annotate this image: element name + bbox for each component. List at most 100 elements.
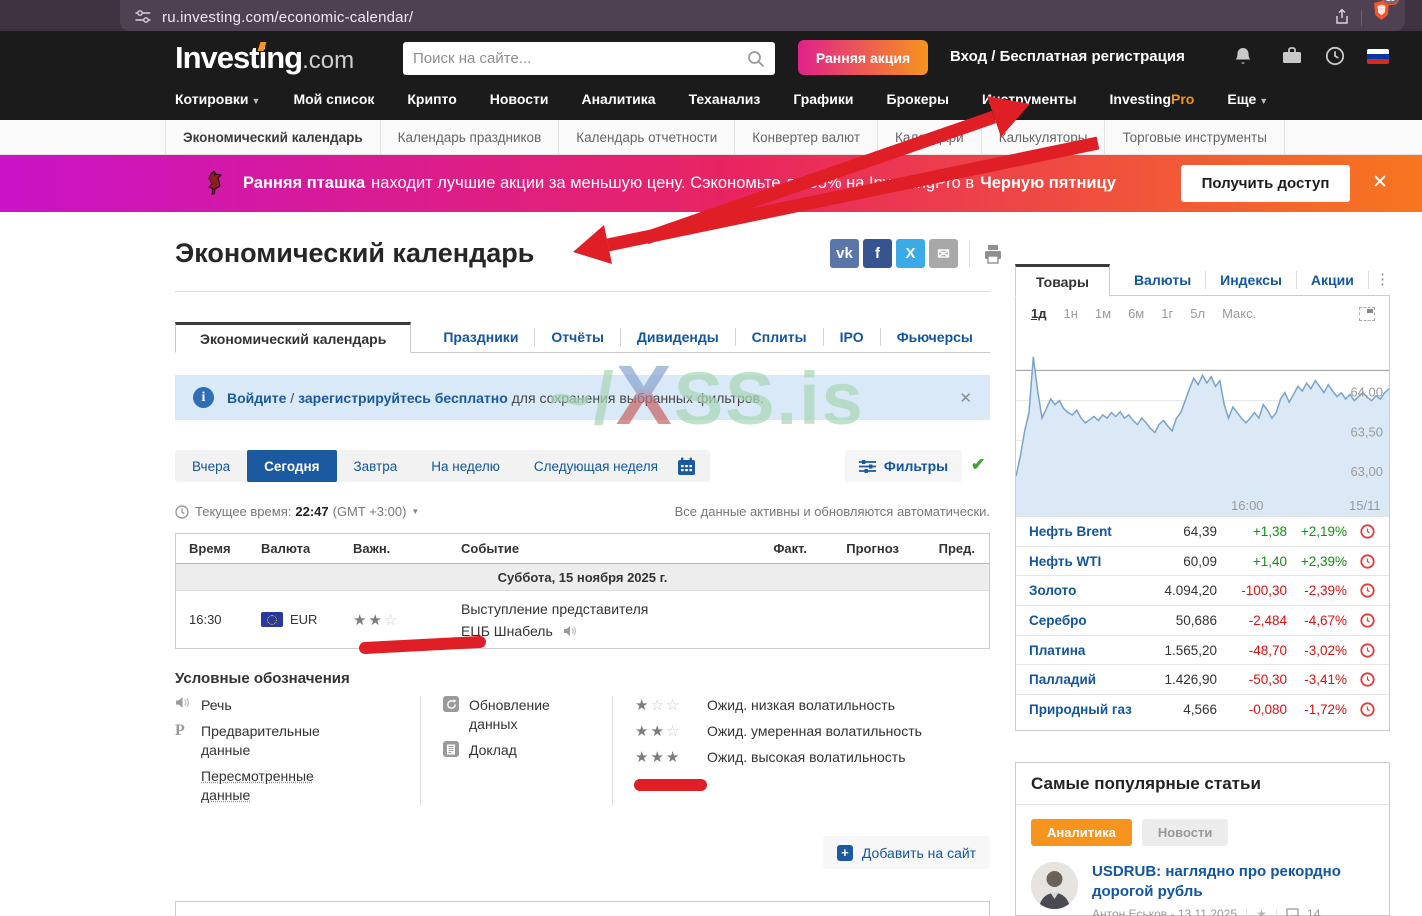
site-permissions-icon[interactable] bbox=[134, 8, 152, 26]
legend-title: Условные обозначения bbox=[175, 670, 350, 687]
range-1d[interactable]: 1д bbox=[1031, 306, 1046, 321]
language-flag-ru-icon[interactable] bbox=[1367, 49, 1389, 64]
facebook-icon[interactable]: f bbox=[863, 239, 892, 268]
screenshot-root: ru.investing.com/economic-calendar/ 10 I… bbox=[0, 0, 1422, 916]
expand-chart-icon[interactable] bbox=[1359, 306, 1375, 321]
dots-menu-icon[interactable]: ⋮ bbox=[1375, 264, 1390, 296]
tab-ipo[interactable]: IPO bbox=[824, 328, 881, 346]
tab-futures[interactable]: Фьючерсы bbox=[881, 328, 989, 346]
nav-more[interactable]: Еще ▼ bbox=[1227, 91, 1268, 107]
quote-row[interactable]: Нефть WTI 60,09 +1,40 +2,39% bbox=[1016, 545, 1389, 576]
nav-analytics[interactable]: Аналитика bbox=[581, 91, 655, 107]
subnav-earnings-calendar[interactable]: Календарь отчетности bbox=[559, 120, 736, 154]
nav-crypto[interactable]: Крипто bbox=[407, 91, 456, 107]
email-icon[interactable]: ✉ bbox=[929, 239, 958, 268]
article-item[interactable]: USDRUB: наглядно про рекордно дорогой ру… bbox=[1016, 846, 1389, 916]
tab-currencies[interactable]: Валюты bbox=[1120, 271, 1207, 289]
site-search[interactable] bbox=[403, 42, 775, 75]
clock-icon[interactable] bbox=[1324, 45, 1346, 67]
portfolio-icon[interactable] bbox=[1281, 45, 1303, 67]
tab-reports[interactable]: Отчёты bbox=[535, 328, 621, 346]
x-icon[interactable]: X bbox=[896, 239, 925, 268]
close-icon[interactable]: ✕ bbox=[1372, 171, 1388, 194]
search-input[interactable] bbox=[413, 50, 747, 67]
nav-investingpro[interactable]: InvestingPro bbox=[1110, 91, 1195, 107]
browser-topbar: ru.investing.com/economic-calendar/ 10 bbox=[0, 0, 1422, 31]
early-bird-button[interactable]: Ранняя акция bbox=[798, 40, 928, 75]
login-register-link[interactable]: Вход / Бесплатная регистрация bbox=[950, 48, 1185, 65]
subnav-economic-calendar[interactable]: Экономический календарь bbox=[165, 120, 381, 154]
investing-logo[interactable]: Investing.com bbox=[175, 40, 354, 76]
calendar-tabs: Экономический календарь Праздники Отчёты… bbox=[175, 322, 990, 353]
tab-economic-calendar[interactable]: Экономический календарь bbox=[175, 322, 412, 353]
tab-this-week[interactable]: На неделю bbox=[414, 459, 517, 474]
range-1y[interactable]: 1г bbox=[1161, 306, 1173, 321]
vk-icon[interactable]: vk bbox=[830, 239, 859, 268]
address-bar[interactable]: ru.investing.com/economic-calendar/ 10 bbox=[120, 0, 1405, 31]
quote-row[interactable]: Золото 4.094,20 -100,30 -2,39% bbox=[1016, 575, 1389, 605]
legend-revised[interactable]: Пересмотренные данные bbox=[201, 767, 341, 805]
tab-next-week[interactable]: Следующая неделя bbox=[517, 459, 675, 474]
tab-yesterday[interactable]: Вчера bbox=[175, 459, 247, 474]
tab-commodities[interactable]: Товары bbox=[1015, 264, 1110, 297]
url-text[interactable]: ru.investing.com/economic-calendar/ bbox=[162, 9, 1333, 26]
calendar-icon[interactable] bbox=[677, 457, 696, 476]
quote-row[interactable]: Платина 1.565,20 -48,70 -3,02% bbox=[1016, 634, 1389, 665]
subnav-calculators[interactable]: Калькуляторы bbox=[982, 120, 1106, 154]
nav-charts[interactable]: Графики bbox=[793, 91, 853, 107]
brave-shield-icon[interactable]: 10 bbox=[1372, 0, 1399, 26]
range-1w[interactable]: 1н bbox=[1063, 306, 1077, 321]
tab-holidays[interactable]: Праздники bbox=[427, 328, 536, 346]
event-time: 16:30 bbox=[189, 612, 222, 627]
legend-high-volatility: Ожид. высокая волатильность bbox=[707, 749, 906, 765]
quote-row[interactable]: Палладий 1.426,90 -50,30 -3,41% bbox=[1016, 664, 1389, 694]
day-header-row: Суббота, 15 ноября 2025 г. bbox=[176, 564, 989, 591]
subnav-calendars[interactable]: Календари bbox=[878, 120, 982, 154]
chevron-down-icon[interactable]: ▼ bbox=[411, 507, 419, 516]
range-6m[interactable]: 6м bbox=[1128, 306, 1144, 321]
tab-tomorrow[interactable]: Завтра bbox=[337, 459, 415, 474]
article-title[interactable]: USDRUB: наглядно про рекордно дорогой ру… bbox=[1092, 862, 1374, 902]
login-link[interactable]: Войдите bbox=[227, 390, 286, 406]
nav-watchlist[interactable]: Мой список bbox=[293, 91, 374, 107]
range-max[interactable]: Макс. bbox=[1222, 306, 1256, 321]
mini-chart[interactable]: 64,00 63,50 63,00 16:00 15/11 bbox=[1015, 329, 1390, 516]
tab-splits[interactable]: Сплиты bbox=[736, 328, 824, 346]
tab-today[interactable]: Сегодня bbox=[247, 450, 337, 482]
alarm-clock-icon bbox=[1360, 613, 1375, 628]
nav-quotes[interactable]: Котировки ▼ bbox=[175, 91, 260, 107]
nav-brokers[interactable]: Брокеры bbox=[887, 91, 949, 107]
print-icon[interactable] bbox=[981, 242, 1005, 266]
range-5y[interactable]: 5л bbox=[1190, 306, 1205, 321]
event-row[interactable]: 16:30 EUR ★★☆ Выступление представителя … bbox=[176, 591, 989, 648]
add-to-site-button[interactable]: + Добавить на сайт bbox=[823, 836, 990, 869]
star-icon[interactable]: ★ bbox=[1256, 907, 1267, 916]
quote-row[interactable]: Серебро 50,686 -2,484 -4,67% bbox=[1016, 605, 1389, 635]
tab-news[interactable]: Новости bbox=[1141, 819, 1229, 846]
subnav-trading-tools[interactable]: Торговые инструменты bbox=[1105, 120, 1285, 154]
speaker-icon bbox=[175, 696, 201, 712]
range-1m[interactable]: 1м bbox=[1095, 306, 1111, 321]
tab-analytics[interactable]: Аналитика bbox=[1031, 819, 1132, 846]
tab-indices[interactable]: Индексы bbox=[1206, 271, 1297, 289]
register-link[interactable]: зарегистрируйтесь бесплатно bbox=[298, 390, 508, 406]
title-divider bbox=[175, 291, 990, 292]
get-access-button[interactable]: Получить доступ bbox=[1181, 165, 1350, 202]
plus-icon: + bbox=[836, 844, 853, 861]
subnav-currency-converter[interactable]: Конвертер валют bbox=[735, 120, 879, 154]
nav-technical[interactable]: Теханализ bbox=[689, 91, 761, 107]
notifications-bell-icon[interactable] bbox=[1232, 45, 1254, 67]
tab-dividends[interactable]: Дивиденды bbox=[621, 328, 736, 346]
filters-button[interactable]: Фильтры bbox=[845, 450, 962, 482]
quote-row[interactable]: Природный газ 4,566 -0,080 -1,72% bbox=[1016, 694, 1389, 724]
search-icon[interactable] bbox=[747, 50, 765, 68]
preliminary-icon: P bbox=[175, 722, 185, 739]
subnav-holidays-calendar[interactable]: Календарь праздников bbox=[381, 120, 560, 154]
quote-row[interactable]: Нефть Brent 64,39 +1,38 +2,19% bbox=[1016, 516, 1389, 546]
share-icon[interactable] bbox=[1333, 8, 1351, 26]
nav-tools[interactable]: Инструменты bbox=[982, 91, 1077, 107]
tab-stocks[interactable]: Акции bbox=[1297, 271, 1369, 289]
timezone[interactable]: (GMT +3:00) bbox=[333, 504, 407, 519]
close-icon[interactable]: ✕ bbox=[959, 389, 972, 407]
nav-news[interactable]: Новости bbox=[490, 91, 549, 107]
